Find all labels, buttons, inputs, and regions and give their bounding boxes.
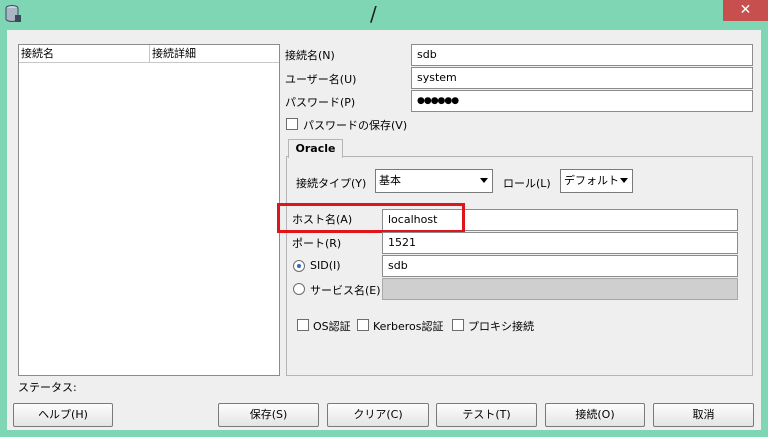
connection-name-input[interactable]: sdb xyxy=(411,44,753,66)
os-auth-checkbox[interactable] xyxy=(297,319,309,331)
kerberos-auth-checkbox[interactable] xyxy=(357,319,369,331)
status-label: ステータス: xyxy=(18,381,77,394)
database-icon[interactable] xyxy=(5,5,21,23)
tab-oracle[interactable]: Oracle xyxy=(288,139,343,158)
proxy-connection-label: プロキシ接続 xyxy=(468,320,534,333)
close-button[interactable]: ✕ xyxy=(723,0,768,21)
column-header-name[interactable]: 接続名 xyxy=(19,45,149,63)
kerberos-auth-label: Kerberos認証 xyxy=(373,320,444,333)
connection-name-label: 接続名(N) xyxy=(285,49,335,62)
os-auth-label: OS認証 xyxy=(313,320,351,333)
role-label: ロール(L) xyxy=(503,177,551,190)
proxy-connection-checkbox[interactable] xyxy=(452,319,464,331)
chevron-down-icon xyxy=(620,178,628,183)
connection-type-label: 接続タイプ(Y) xyxy=(296,177,367,190)
password-input[interactable]: ●●●●●● xyxy=(411,90,753,112)
title-bar xyxy=(0,0,768,30)
chevron-down-icon xyxy=(480,178,488,183)
window-title: / xyxy=(370,2,377,26)
sid-radio[interactable] xyxy=(293,260,305,272)
clear-button[interactable]: クリア(C) xyxy=(327,403,429,427)
service-name-label: サービス名(E) xyxy=(310,284,381,297)
save-password-label: パスワードの保存(V) xyxy=(303,119,408,132)
username-label: ユーザー名(U) xyxy=(285,73,357,86)
password-label: パスワード(P) xyxy=(285,96,356,109)
test-button[interactable]: テスト(T) xyxy=(436,403,537,427)
cancel-button[interactable]: 取消 xyxy=(653,403,754,427)
role-select[interactable]: デフォルト xyxy=(560,169,633,193)
connect-button[interactable]: 接続(O) xyxy=(545,403,645,427)
sid-input[interactable]: sdb xyxy=(382,255,738,277)
column-header-details[interactable]: 接続詳細 xyxy=(150,45,279,63)
save-password-checkbox[interactable] xyxy=(286,118,298,130)
sid-label: SID(I) xyxy=(310,259,341,272)
port-input[interactable]: 1521 xyxy=(382,232,738,254)
role-value: デフォルト xyxy=(564,174,619,187)
service-name-radio[interactable] xyxy=(293,283,305,295)
save-button[interactable]: 保存(S) xyxy=(218,403,319,427)
port-label: ポート(R) xyxy=(292,237,342,250)
service-name-input[interactable] xyxy=(382,278,738,300)
username-input[interactable]: system xyxy=(411,67,753,89)
hostname-highlight-box xyxy=(277,203,465,233)
connection-type-value: 基本 xyxy=(379,174,401,187)
connection-type-select[interactable]: 基本 xyxy=(375,169,493,193)
connections-list[interactable]: 接続名 接続詳細 xyxy=(18,44,280,376)
help-button[interactable]: ヘルプ(H) xyxy=(13,403,113,427)
